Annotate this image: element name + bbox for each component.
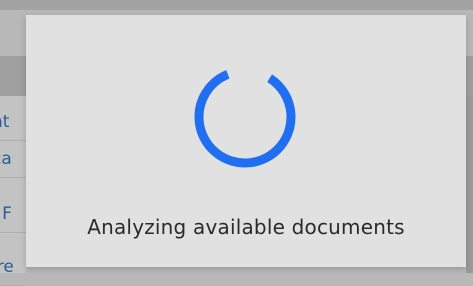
loading-modal: Analyzing available documents	[26, 15, 466, 267]
background-left-list: nt ca l F ire	[0, 96, 26, 286]
background-right-panel	[466, 96, 473, 273]
background-list-item: ca	[0, 141, 26, 178]
loading-spinner-icon	[191, 63, 299, 171]
background-list-item: ire	[0, 249, 26, 286]
background-list-item: nt	[0, 104, 26, 141]
background-top-bar	[0, 0, 473, 10]
loading-message: Analyzing available documents	[87, 215, 405, 239]
background-list-item: l F	[0, 196, 26, 233]
